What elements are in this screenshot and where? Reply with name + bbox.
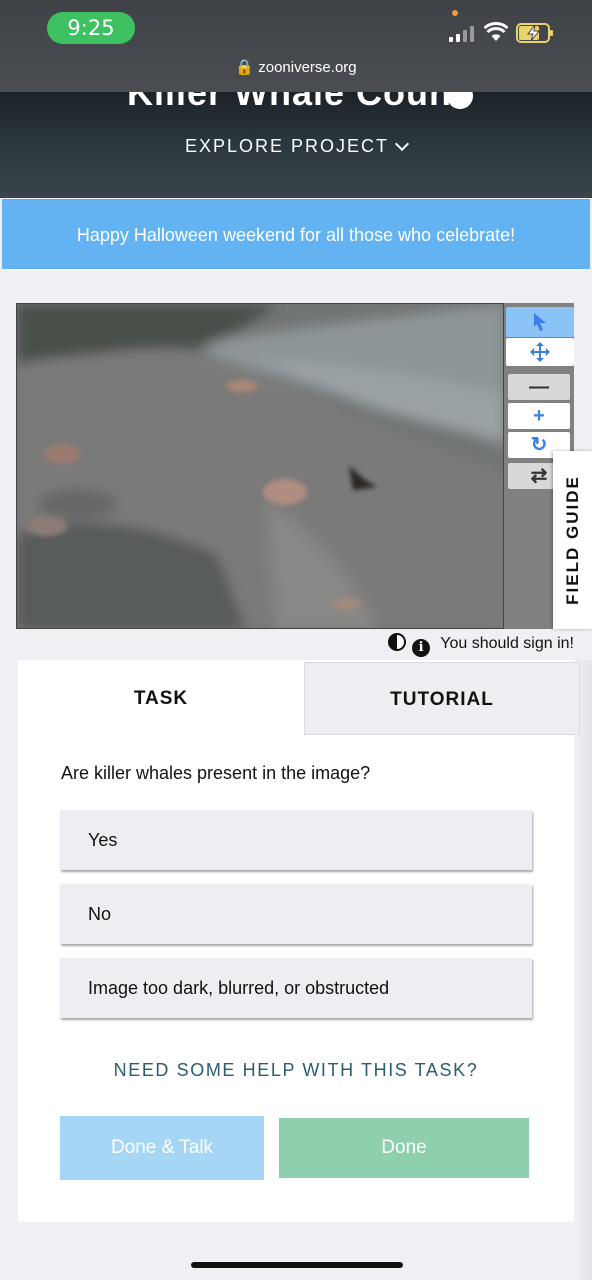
- contrast-icon[interactable]: [388, 633, 407, 651]
- done-and-talk-button[interactable]: Done & Talk: [60, 1116, 264, 1180]
- pointer-icon: [534, 313, 546, 331]
- reset-icon: ⇄: [530, 465, 548, 487]
- url-text: zooniverse.org: [258, 59, 357, 76]
- answer-no-button[interactable]: No: [60, 884, 532, 944]
- clock: 9:25: [47, 12, 135, 44]
- task-question: Are killer whales present in the image?: [61, 763, 371, 783]
- zoom-out-button[interactable]: —: [508, 374, 570, 400]
- lock-icon: 🔒: [235, 59, 255, 76]
- rotate-icon: ↻: [530, 434, 548, 456]
- pointer-tool-button[interactable]: [506, 307, 574, 337]
- answer-yes-button[interactable]: Yes: [60, 810, 532, 870]
- page-edge: [576, 660, 592, 1280]
- field-guide-tab[interactable]: FIELD GUIDE: [553, 451, 592, 629]
- wifi-icon: [484, 22, 508, 41]
- project-header: Killer Whale Count EXPLORE PROJECT: [0, 92, 592, 198]
- address-bar[interactable]: 🔒 zooniverse.org: [0, 58, 592, 76]
- explore-project-label: EXPLORE PROJECT: [184, 136, 390, 156]
- zoom-in-icon: +: [533, 405, 545, 427]
- field-guide-label: FIELD GUIDE: [562, 475, 582, 605]
- status-bar: 9:25 🔒 zooniverse.org: [0, 0, 592, 92]
- beach-photo: [17, 304, 503, 628]
- answer-obstructed-button[interactable]: Image too dark, blurred, or obstructed: [60, 958, 532, 1018]
- subject-image[interactable]: [16, 303, 504, 629]
- battery-charging-icon: [516, 23, 553, 43]
- move-icon: [530, 342, 550, 362]
- zoom-in-button[interactable]: +: [508, 403, 570, 429]
- explore-project-menu[interactable]: EXPLORE PROJECT: [0, 136, 592, 157]
- zoom-out-icon: —: [529, 376, 549, 398]
- chevron-down-icon: [394, 136, 410, 152]
- task-panel: TASK TUTORIAL Are killer whales present …: [18, 660, 580, 1222]
- camera-indicator-icon: [452, 10, 458, 16]
- tab-tutorial[interactable]: TUTORIAL: [304, 662, 580, 735]
- sign-in-notice[interactable]: You should sign in!: [440, 635, 574, 652]
- done-button[interactable]: Done: [279, 1118, 529, 1178]
- project-title: Killer Whale Count: [126, 92, 465, 113]
- cellular-signal-icon: [449, 26, 475, 42]
- home-indicator[interactable]: [191, 1262, 403, 1268]
- subject-meta-row: i You should sign in!: [0, 633, 574, 657]
- tab-task[interactable]: TASK: [18, 660, 304, 734]
- move-tool-button[interactable]: [506, 338, 574, 366]
- info-icon[interactable]: i: [412, 639, 431, 657]
- task-help-link[interactable]: NEED SOME HELP WITH THIS TASK?: [18, 1060, 574, 1081]
- announcement-banner: Happy Halloween weekend for all those wh…: [2, 199, 590, 271]
